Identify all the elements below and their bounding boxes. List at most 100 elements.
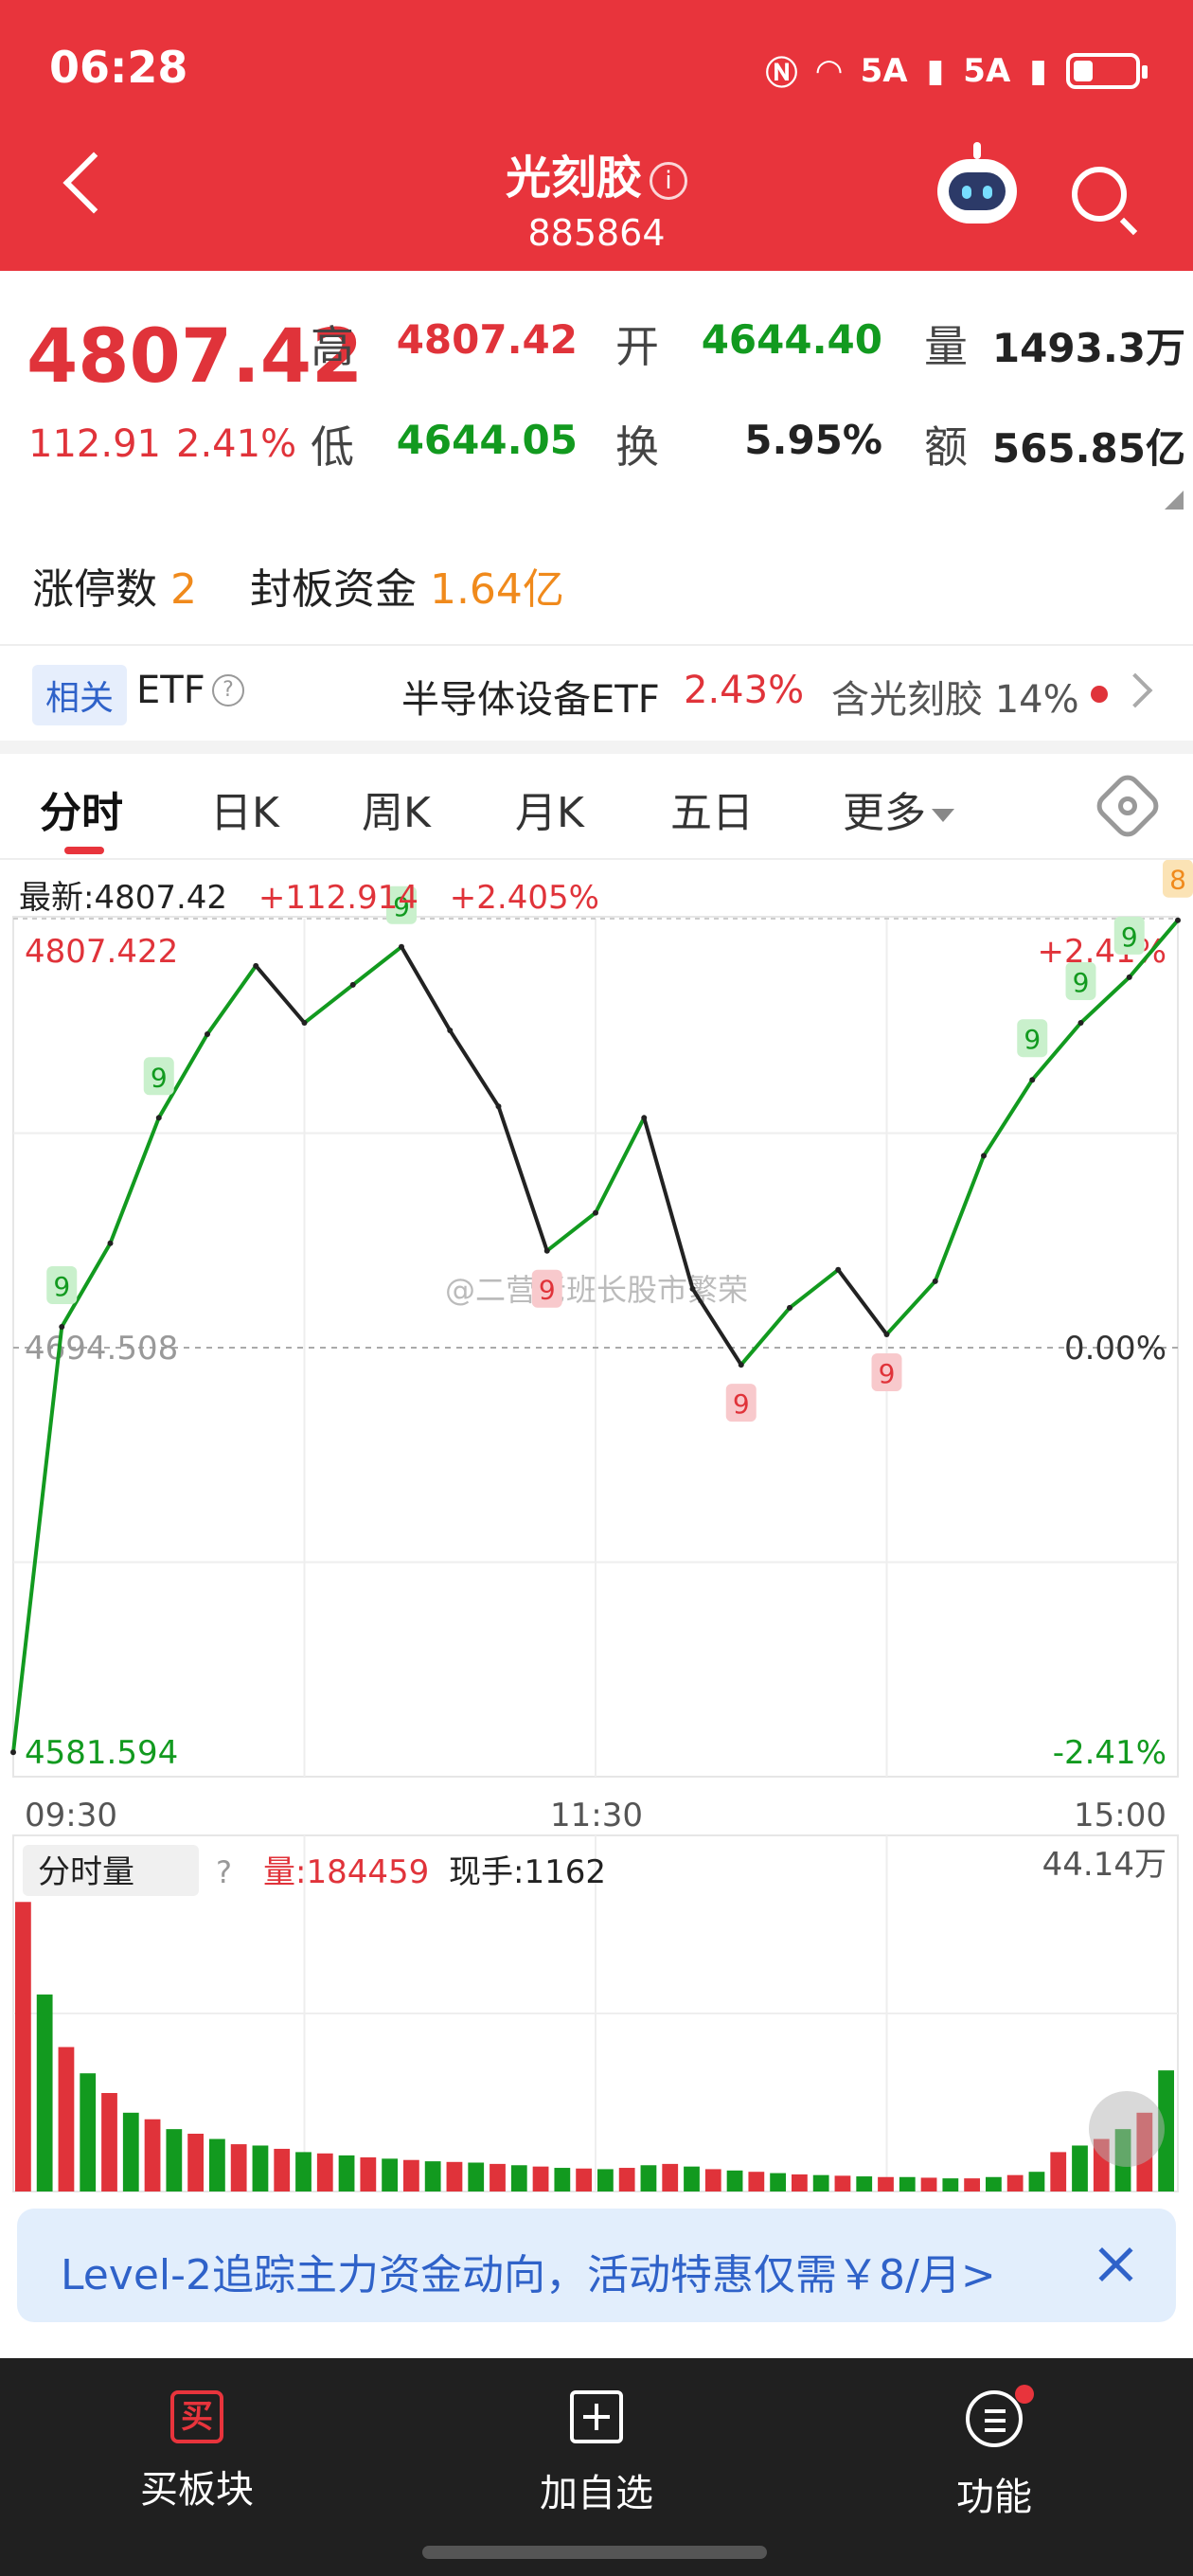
price-line-segment	[933, 1154, 986, 1283]
volume-label: 量	[924, 321, 968, 372]
signal-icon-2: ▮	[1029, 51, 1047, 90]
price-line-segment	[496, 1104, 549, 1253]
price-point	[689, 1285, 696, 1292]
close-icon[interactable]	[1095, 2243, 1138, 2286]
current-hand-label: 现手:1162	[449, 1853, 606, 1891]
intraday-chart[interactable]: 4807.422 4694.508 4581.594 +2.41% 0.00% -2.41…	[0, 860, 1193, 2200]
x-tick-mid: 11:30	[550, 1797, 643, 1834]
signal-icon: ▮	[926, 51, 945, 90]
amount-value: 565.85亿	[991, 425, 1185, 472]
volume-bar	[446, 2161, 463, 2191]
tab-intraday[interactable]: 分时	[40, 778, 123, 839]
related-etf-row[interactable]: 相关 ETF ? 半导体设备ETF 2.43% 含光刻胶 14%	[0, 644, 1193, 739]
nav-functions[interactable]: 功能	[881, 2385, 1108, 2521]
low-label: 低	[311, 421, 354, 473]
sector-code: 885864	[527, 212, 666, 254]
nav-add-label: 加自选	[540, 2472, 653, 2515]
volume-bar	[618, 2168, 635, 2191]
price-point	[59, 1323, 65, 1330]
etf-pct: 2.43%	[684, 669, 805, 712]
tab-monthly-k[interactable]: 月K	[515, 778, 584, 839]
app-header: 06:28 Ⓝ ◠ 5A ▮ 5A ▮ 光刻胶 i 885864	[0, 0, 1193, 271]
limit-up-row: 涨停数 2 封板资金 1.64亿	[32, 555, 564, 616]
price-point	[253, 962, 259, 969]
volume-bar	[986, 2176, 1002, 2191]
volume-bar	[878, 2176, 894, 2191]
seal-amount: 1.64亿	[429, 565, 564, 614]
tab-more[interactable]: 更多	[843, 778, 954, 839]
level2-banner[interactable]: Level-2追踪主力资金动向，活动特惠仅需￥8/月>	[17, 2209, 1176, 2322]
volume-bar	[274, 2148, 291, 2191]
bottom-nav: 买 买板块 加自选 功能	[0, 2358, 1193, 2576]
volume-bar	[899, 2176, 916, 2191]
pct-mid-label: 0.00%	[1064, 1330, 1166, 1368]
zoom-toggle-button	[1089, 2091, 1165, 2167]
latest-row: 最新:4807.42 +112.914 +2.405%	[19, 871, 620, 918]
open-label: 开	[615, 321, 659, 372]
chevron-down-icon	[932, 809, 954, 822]
buy-icon: 买	[170, 2390, 223, 2443]
active-tab-indicator	[64, 847, 104, 854]
price-point	[10, 1749, 16, 1756]
nav-buy-sector[interactable]: 买 买板块	[83, 2390, 311, 2513]
turnover-value: 5.95%	[744, 417, 882, 463]
volume-bar	[662, 2163, 679, 2191]
tab-daily-k[interactable]: 日K	[210, 778, 279, 839]
volume-bar	[1028, 2172, 1045, 2191]
price-change: 112.91	[28, 422, 161, 466]
price-point	[349, 981, 356, 988]
volume-bar	[684, 2166, 700, 2191]
search-icon[interactable]	[1072, 167, 1127, 222]
volume-bar	[704, 2169, 721, 2191]
nav-add-watchlist[interactable]: 加自选	[483, 2390, 710, 2517]
home-indicator[interactable]	[422, 2546, 767, 2559]
signal-marker-label: 9	[1121, 921, 1138, 953]
expand-corner-icon[interactable]	[1165, 491, 1184, 510]
x-tick-end: 15:00	[1074, 1797, 1166, 1834]
volume-selector-label: 分时量	[38, 1853, 134, 1891]
volume-bar	[726, 2170, 743, 2191]
volume-bar	[230, 2144, 247, 2191]
price-point	[495, 1103, 502, 1110]
volume-bar	[382, 2158, 398, 2191]
latest-change: +112.914	[258, 879, 418, 917]
price-change-pct: 2.41%	[176, 422, 297, 466]
price-point	[641, 1115, 648, 1121]
volume-bar	[640, 2165, 657, 2191]
volume-bar	[576, 2168, 592, 2191]
wifi-icon: ◠	[816, 51, 842, 90]
assistant-robot-icon[interactable]	[937, 142, 1017, 224]
notification-dot	[1015, 2385, 1034, 2404]
chevron-right-icon[interactable]	[1117, 672, 1153, 708]
volume-bar	[424, 2161, 441, 2191]
signal-label-1: 5A	[860, 51, 908, 90]
price-line-segment	[11, 1324, 64, 1755]
price-point	[593, 1209, 598, 1216]
volume-bar	[510, 2165, 527, 2191]
price-point	[835, 1266, 842, 1273]
open-value: 4644.40	[701, 316, 882, 363]
price-point	[107, 1240, 114, 1246]
tab-five-day[interactable]: 五日	[670, 778, 754, 839]
settings-icon[interactable]	[1091, 769, 1165, 843]
price-line-segment	[254, 963, 307, 1026]
price-line-segment	[642, 1116, 695, 1291]
tab-weekly-k[interactable]: 周K	[362, 778, 431, 839]
help-icon[interactable]: ?	[212, 674, 244, 707]
y-mid-label: 4694.508	[25, 1330, 178, 1368]
nfc-icon: Ⓝ	[765, 55, 798, 93]
info-icon[interactable]: i	[650, 162, 687, 200]
add-icon	[570, 2390, 623, 2443]
volume-bar	[597, 2169, 614, 2191]
volume-value: 1493.3万	[991, 325, 1185, 371]
volume-help-icon: ?	[216, 1854, 232, 1890]
high-label: 高	[311, 321, 354, 372]
title-text: 光刻胶	[505, 152, 642, 205]
volume-bar	[856, 2176, 873, 2191]
signal-marker-label: 9	[879, 1358, 896, 1389]
price-line-segment	[594, 1116, 647, 1215]
volume-bar	[812, 2174, 829, 2191]
price-point	[1029, 1077, 1036, 1083]
signal-marker-label: 9	[151, 1062, 168, 1093]
volume-bar	[101, 2093, 117, 2191]
